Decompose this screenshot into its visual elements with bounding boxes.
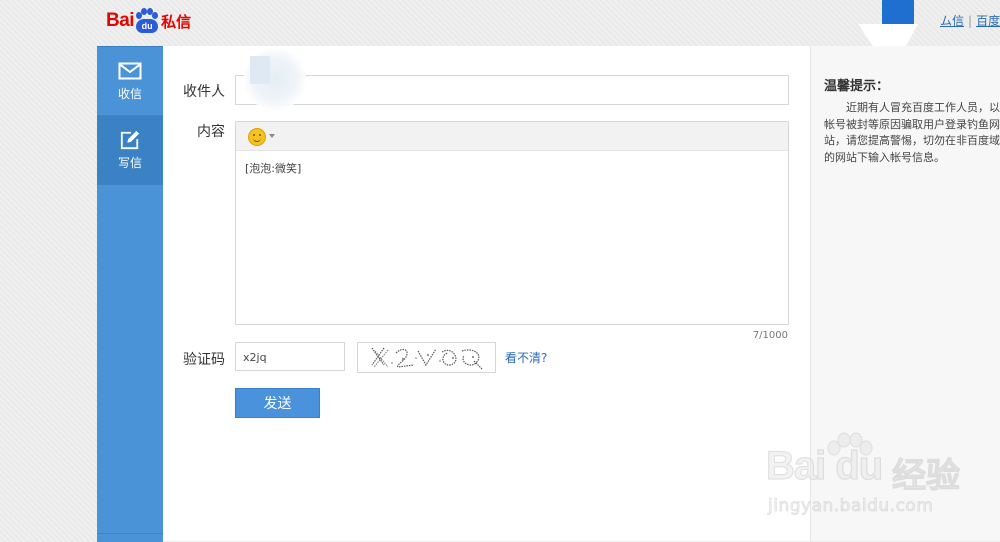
content-label: 内容	[197, 124, 225, 140]
sidebar: 收信 写信	[97, 46, 163, 542]
sidebar-item-label: 写信	[117, 155, 142, 170]
recipient-input[interactable]	[235, 75, 789, 105]
redacted-recipient-block	[250, 56, 270, 84]
editor-toolbar	[236, 122, 788, 151]
tips-body: 近期有人冒充百度工作人员，以帐号被封等原因骗取用户登录钓鱼网站，请您提高警惕，切…	[824, 101, 1000, 164]
logo-text-cn: 私信	[161, 12, 192, 31]
send-button[interactable]: 发送	[235, 388, 320, 418]
watermark-brand-cn: 经验	[892, 456, 961, 497]
sidebar-divider	[97, 533, 163, 534]
content-text[interactable]: [泡泡:微笑]	[236, 151, 788, 185]
compose-icon	[120, 130, 140, 149]
char-counter: 7/1000	[752, 330, 788, 341]
baidu-logo[interactable]: Bai du 私信	[106, 8, 191, 34]
header-links: ム信 | 百度	[940, 12, 1000, 29]
baidu-jingyan-watermark: Bai du 经验 jingyan.baidu.com	[760, 430, 1000, 530]
sidebar-item-inbox[interactable]: 收信	[97, 47, 163, 116]
smiley-icon[interactable]	[248, 128, 266, 146]
header-blue-block	[882, 0, 914, 24]
watermark-url: jingyan.baidu.com	[768, 496, 934, 517]
captcha-refresh-link[interactable]: 看不清?	[505, 349, 547, 366]
captcha-label: 验证码	[183, 352, 225, 368]
recipient-label: 收件人	[183, 84, 225, 100]
header-link-baidu[interactable]: 百度	[976, 14, 1000, 28]
chevron-down-icon[interactable]	[269, 134, 275, 138]
header-link-separator: |	[968, 14, 973, 28]
header-link-messages[interactable]: ム信	[940, 14, 964, 28]
captcha-image	[357, 342, 496, 373]
sidebar-item-label: 收信	[117, 86, 142, 101]
logo-paw-text: du	[136, 19, 159, 33]
envelope-icon	[118, 62, 142, 79]
captcha-graphic	[371, 347, 483, 370]
captcha-input[interactable]: x2jq	[235, 342, 345, 371]
watermark-brand: Bai du	[765, 443, 883, 488]
sidebar-item-compose[interactable]: 写信	[97, 116, 163, 185]
logo-text-latin: Bai	[106, 10, 135, 31]
baidu-paw-icon: du	[135, 8, 159, 34]
tips-title: 温馨提示：	[824, 79, 890, 94]
content-editor[interactable]: [泡泡:微笑]	[235, 121, 789, 325]
